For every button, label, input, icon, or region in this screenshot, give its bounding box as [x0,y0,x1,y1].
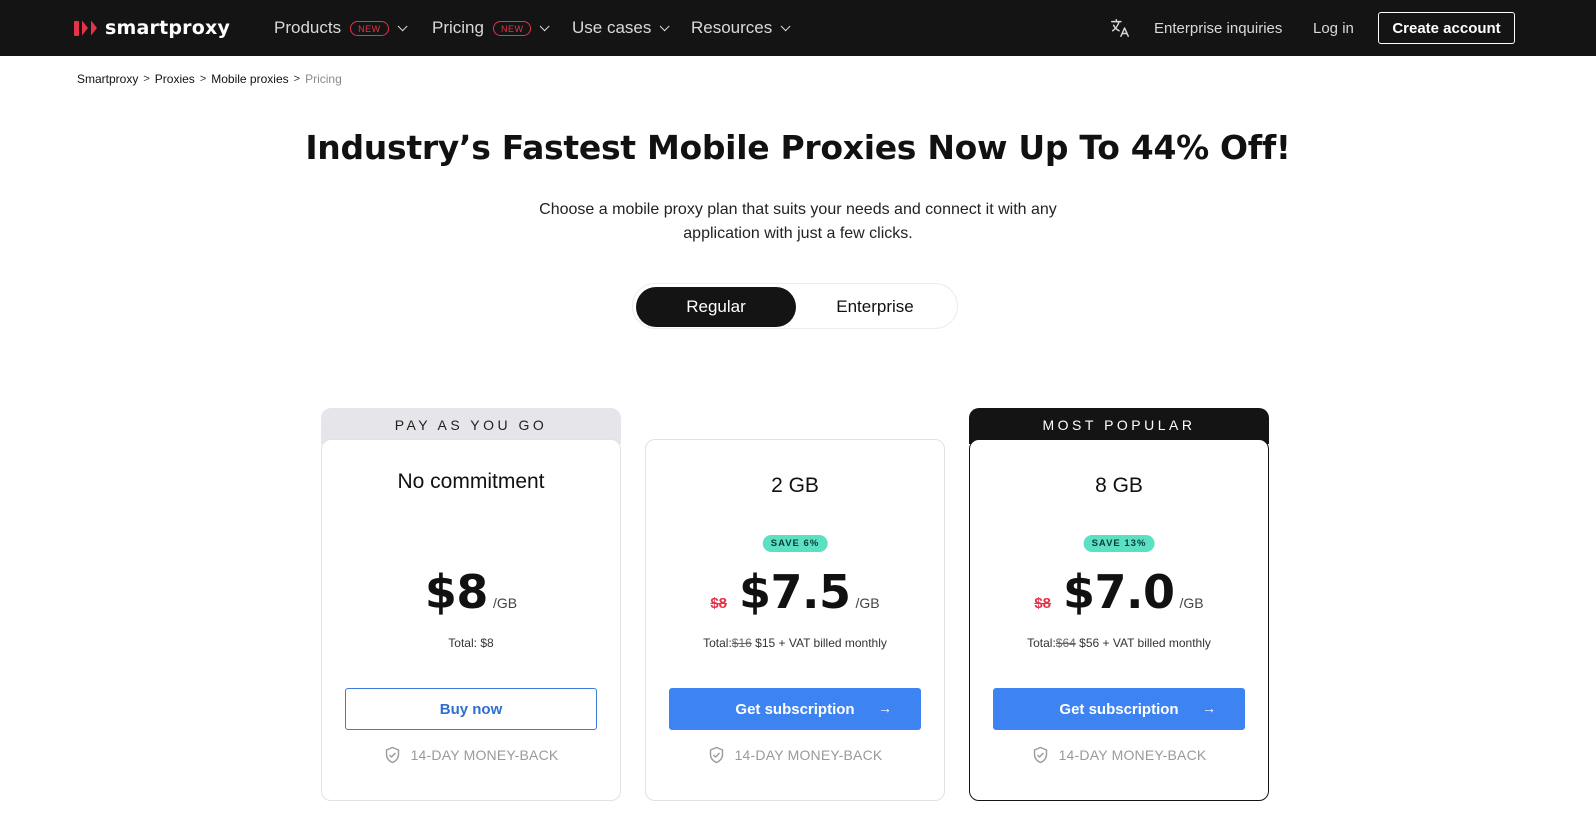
nav-pricing-label: Pricing [432,18,484,37]
plan-card-2gb: 2 GB SAVE 6% $8 $7.5 /GB Total:$16 $15 +… [645,439,945,801]
create-account-button[interactable]: Create account [1378,12,1515,44]
plan-card-8gb: 8 GB SAVE 13% $8 $7.0 /GB Total:$64 $56 … [969,439,1269,801]
plan-total: Total:$16 $15 + VAT billed monthly [646,636,944,650]
button-label: Get subscription [735,700,855,718]
plan-total: Total:$64 $56 + VAT billed monthly [970,636,1268,650]
enterprise-inquiries-link[interactable]: Enterprise inquiries [1154,16,1282,40]
shield-check-icon [385,746,399,764]
translate-icon[interactable] [1109,17,1131,39]
logo-mark-icon [74,20,97,36]
shield-check-icon [709,746,723,764]
nav-resources[interactable]: Resources [691,16,791,40]
page-title: Industry’s Fastest Mobile Proxies Now Up… [305,128,1291,167]
new-badge: NEW [350,20,389,36]
chevron-right-icon: > [293,73,301,85]
breadcrumb-current: Pricing [305,72,342,86]
save-badge: SAVE 13% [1083,535,1155,552]
chevron-right-icon: > [143,73,150,85]
arrow-right-icon: → [878,700,892,716]
plan-type-toggle: Regular Enterprise [632,283,958,329]
total-value: $8 [480,636,494,650]
money-back-label: 14-DAY MONEY-BACK [734,747,883,763]
login-link[interactable]: Log in [1313,16,1354,40]
save-badge: SAVE 6% [762,535,828,552]
total-old: $16 [731,636,752,650]
price-unit: /GB [1179,595,1204,611]
page-subtitle: Choose a mobile proxy plan that suits yo… [539,201,1057,242]
toggle-regular[interactable]: Regular [636,287,796,327]
total-prefix: Total: [1027,636,1056,650]
get-subscription-button[interactable]: Get subscription → [669,688,921,730]
nav-products-label: Products [274,18,342,37]
plan-title: 2 GB [771,474,819,497]
logo-text: smartproxy [105,17,231,39]
total-prefix: Total: [703,636,732,650]
chevron-down-icon [660,20,670,31]
total-value: $56 + VAT billed monthly [1079,636,1211,650]
price-row: $8 $7.5 /GB [646,565,944,619]
plan-card-pay-as-you-go: No commitment $8 /GB Total: $8 Buy now 1… [321,439,621,801]
plan-price: $8 [424,565,489,619]
button-label: Get subscription [1059,700,1179,718]
plan-title: No commitment [397,470,545,493]
buy-now-button[interactable]: Buy now [345,688,597,730]
total-prefix: Total: [448,636,477,650]
old-price: $8 [1034,595,1052,612]
nav-use-cases[interactable]: Use cases [572,16,670,40]
nav-products[interactable]: Products NEW [274,16,408,40]
breadcrumb: Smartproxy > Proxies > Mobile proxies > … [77,72,342,86]
breadcrumb-smartproxy[interactable]: Smartproxy [77,72,138,86]
smartproxy-logo[interactable]: smartproxy [74,14,230,42]
money-back-guarantee: 14-DAY MONEY-BACK [322,746,620,764]
total-value: $15 + VAT billed monthly [755,636,887,650]
chevron-down-icon [540,20,551,31]
nav-pricing[interactable]: Pricing NEW [432,16,551,40]
money-back-guarantee: 14-DAY MONEY-BACK [646,746,944,764]
nav-resources-label: Resources [691,18,773,37]
top-navbar: smartproxy Products NEW Pricing NEW Use … [0,0,1596,56]
chevron-down-icon [397,20,408,31]
money-back-guarantee: 14-DAY MONEY-BACK [970,746,1268,764]
get-subscription-button[interactable]: Get subscription → [993,688,1245,730]
toggle-enterprise[interactable]: Enterprise [795,287,955,327]
price-row: $8 /GB [322,565,620,619]
arrow-right-icon: → [1202,700,1216,716]
money-back-label: 14-DAY MONEY-BACK [410,747,559,763]
total-old: $64 [1055,636,1076,650]
plan-price: $7.5 [739,565,851,619]
old-price: $8 [710,595,728,612]
price-unit: /GB [492,595,518,611]
money-back-label: 14-DAY MONEY-BACK [1058,747,1207,763]
plan-title: 8 GB [1095,474,1143,497]
price-unit: /GB [855,595,880,611]
chevron-down-icon [780,20,791,31]
new-badge: NEW [492,20,532,36]
plan-total: Total: $8 [322,636,620,650]
plan-price: $7.0 [1063,565,1175,619]
chevron-right-icon: > [199,73,207,85]
breadcrumb-proxies[interactable]: Proxies [155,72,195,86]
breadcrumb-mobile-proxies[interactable]: Mobile proxies [211,72,288,86]
price-row: $8 $7.0 /GB [970,565,1268,619]
shield-check-icon [1033,746,1047,764]
nav-use-cases-label: Use cases [572,18,652,37]
